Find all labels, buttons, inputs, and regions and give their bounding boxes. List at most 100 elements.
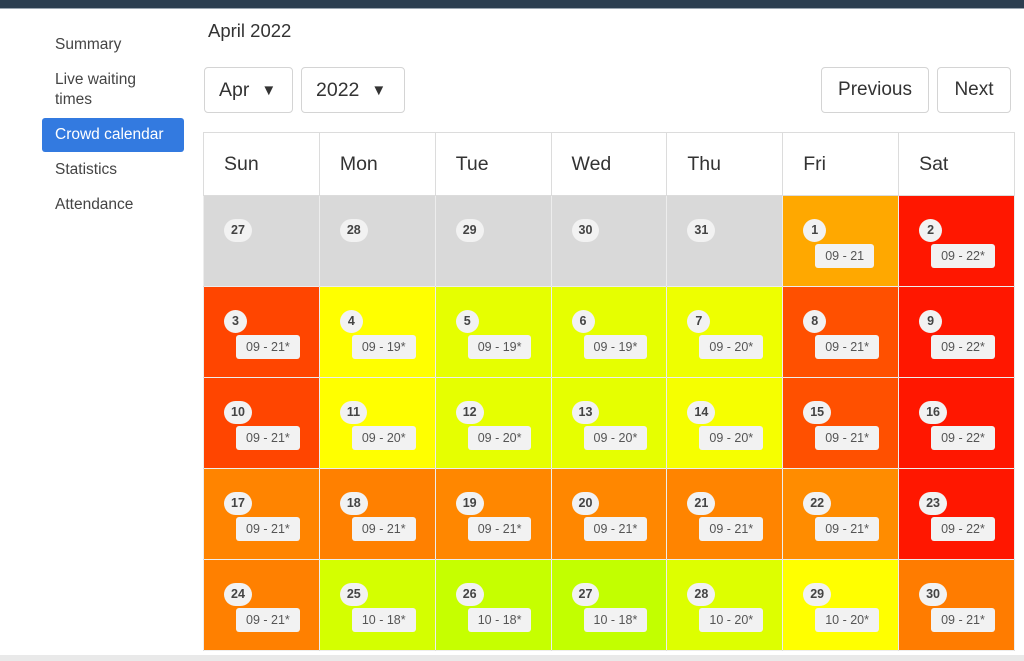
day-number-badge: 4 — [339, 310, 363, 333]
opening-hours-badge: 09 - 22* — [931, 244, 995, 268]
calendar-day-cell[interactable]: 4 09 - 19* — [318, 286, 436, 378]
calendar-day-cell[interactable]: 26 10 - 18* — [434, 559, 552, 651]
calendar-day-cell[interactable]: 6 09 - 19* — [550, 286, 668, 378]
day-number-badge: 21 — [687, 492, 716, 515]
opening-hours-badge: 10 - 20* — [699, 608, 764, 632]
opening-hours-badge: 09 - 20* — [583, 426, 648, 450]
year-select-value: 2022 — [316, 78, 360, 101]
calendar-day-cell-outside-month: 27 — [203, 195, 320, 287]
calendar-day-cell-outside-month: 29 — [434, 195, 552, 287]
calendar-day-cell[interactable]: 12 09 - 20* — [434, 377, 552, 469]
opening-hours-badge: 09 - 19* — [583, 335, 648, 359]
sidebar-item-crowd-calendar[interactable]: Crowd calendar — [42, 118, 184, 152]
top-navbar — [0, 0, 1024, 9]
calendar-day-cell[interactable]: 28 10 - 20* — [666, 559, 784, 651]
month-select[interactable]: Apr ▼ — [204, 67, 293, 113]
opening-hours-badge: 09 - 21* — [236, 517, 300, 541]
day-number-badge: 19 — [455, 492, 484, 515]
calendar-day-cell[interactable]: 24 09 - 21* — [203, 559, 320, 651]
day-number-badge: 24 — [224, 583, 252, 606]
calendar-day-cell[interactable]: 19 09 - 21* — [434, 468, 552, 560]
calendar-day-cell[interactable]: 25 10 - 18* — [318, 559, 436, 651]
day-number-badge: 29 — [803, 583, 832, 606]
weekday-header-fri: Fri — [782, 132, 900, 196]
calendar-day-cell[interactable]: 21 09 - 21* — [666, 468, 784, 560]
opening-hours-badge: 09 - 21* — [815, 426, 879, 450]
year-select[interactable]: 2022 ▼ — [301, 67, 405, 113]
opening-hours-badge: 09 - 22* — [931, 335, 995, 359]
day-number-badge: 2 — [919, 219, 943, 242]
day-number-badge: 15 — [803, 401, 832, 424]
calendar-day-cell[interactable]: 14 09 - 20* — [666, 377, 784, 469]
calendar-day-cell-outside-month: 30 — [550, 195, 668, 287]
day-number-badge: 28 — [687, 583, 716, 606]
calendar-day-cell[interactable]: 5 09 - 19* — [434, 286, 552, 378]
day-number-badge: 20 — [571, 492, 600, 515]
opening-hours-badge: 09 - 21 — [815, 244, 875, 268]
day-number-badge: 28 — [339, 219, 368, 242]
calendar-day-cell[interactable]: 1 09 - 21 — [782, 195, 900, 287]
sidebar-item-statistics[interactable]: Statistics — [42, 153, 184, 187]
opening-hours-badge: 09 - 21* — [815, 335, 879, 359]
opening-hours-badge: 09 - 20* — [699, 426, 764, 450]
calendar-day-cell[interactable]: 2 09 - 22* — [898, 195, 1015, 287]
calendar-day-cell[interactable]: 22 09 - 21* — [782, 468, 900, 560]
day-number-badge: 5 — [455, 310, 479, 333]
calendar-day-cell[interactable]: 16 09 - 22* — [898, 377, 1015, 469]
calendar-day-cell[interactable]: 29 10 - 20* — [782, 559, 900, 651]
opening-hours-badge: 09 - 22* — [931, 426, 995, 450]
calendar-day-cell[interactable]: 23 09 - 22* — [898, 468, 1015, 560]
calendar-day-cell[interactable]: 10 09 - 21* — [203, 377, 320, 469]
day-number-badge: 10 — [224, 401, 252, 424]
calendar-day-cell[interactable]: 30 09 - 21* — [898, 559, 1015, 651]
day-number-badge: 29 — [455, 219, 484, 242]
day-number-badge: 17 — [224, 492, 252, 515]
calendar-day-cell[interactable]: 18 09 - 21* — [318, 468, 436, 560]
opening-hours-badge: 09 - 21* — [351, 517, 416, 541]
calendar-day-cell[interactable]: 15 09 - 21* — [782, 377, 900, 469]
weekday-header-row: Sun Mon Tue Wed Thu Fri Sat — [203, 132, 1015, 196]
calendar-day-cell[interactable]: 27 10 - 18* — [550, 559, 668, 651]
weekday-header-wed: Wed — [550, 132, 668, 196]
sidebar-item-summary[interactable]: Summary — [42, 28, 184, 62]
day-number-badge: 31 — [687, 219, 716, 242]
sidebar-nav: Summary Live waiting times Crowd calenda… — [42, 28, 184, 222]
caret-down-icon: ▼ — [261, 81, 277, 99]
calendar-week-row: 10 09 - 21* 11 09 - 20* 12 09 - 20* 13 09 - 20*… — [203, 377, 1015, 469]
day-number-badge: 8 — [803, 310, 827, 333]
day-number-badge: 9 — [919, 310, 943, 333]
day-number-badge: 30 — [571, 219, 600, 242]
day-number-badge: 13 — [571, 401, 600, 424]
opening-hours-badge: 09 - 20* — [699, 335, 764, 359]
calendar-day-cell[interactable]: 7 09 - 20* — [666, 286, 784, 378]
sidebar-item-live-waiting-times[interactable]: Live waiting times — [42, 63, 162, 117]
opening-hours-badge: 10 - 18* — [351, 608, 416, 632]
previous-month-button[interactable]: Previous — [821, 67, 929, 113]
day-number-badge: 11 — [339, 401, 368, 424]
next-month-button[interactable]: Next — [937, 67, 1011, 113]
day-number-badge: 27 — [571, 583, 600, 606]
day-number-badge: 12 — [455, 401, 484, 424]
opening-hours-badge: 10 - 18* — [583, 608, 648, 632]
weekday-header-mon: Mon — [318, 132, 436, 196]
opening-hours-badge: 10 - 20* — [815, 608, 879, 632]
calendar-day-cell[interactable]: 13 09 - 20* — [550, 377, 668, 469]
day-number-badge: 18 — [339, 492, 368, 515]
weekday-header-sat: Sat — [898, 132, 1015, 196]
calendar-day-cell-outside-month: 28 — [318, 195, 436, 287]
calendar-day-cell[interactable]: 3 09 - 21* — [203, 286, 320, 378]
calendar-day-cell[interactable]: 20 09 - 21* — [550, 468, 668, 560]
weekday-header-tue: Tue — [434, 132, 552, 196]
calendar-day-cell[interactable]: 17 09 - 21* — [203, 468, 320, 560]
caret-down-icon: ▼ — [371, 81, 387, 99]
calendar-day-cell[interactable]: 11 09 - 20* — [318, 377, 436, 469]
day-number-badge: 27 — [224, 219, 252, 242]
calendar-day-cell[interactable]: 8 09 - 21* — [782, 286, 900, 378]
page-title: April 2022 — [208, 20, 292, 41]
opening-hours-badge: 09 - 20* — [351, 426, 416, 450]
opening-hours-badge: 09 - 19* — [467, 335, 532, 359]
sidebar-item-attendance[interactable]: Attendance — [42, 188, 184, 222]
day-number-badge: 1 — [803, 219, 827, 242]
calendar-day-cell[interactable]: 9 09 - 22* — [898, 286, 1015, 378]
opening-hours-badge: 09 - 21* — [931, 608, 995, 632]
